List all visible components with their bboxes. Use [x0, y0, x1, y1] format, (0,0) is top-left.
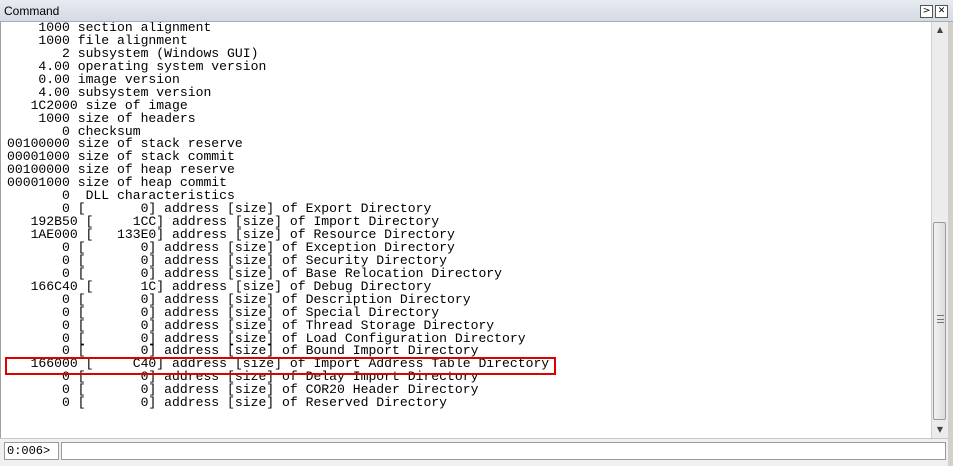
vertical-scrollbar[interactable]: ▲ ▼ [931, 22, 948, 438]
command-prompt: 0:006> [4, 442, 59, 460]
command-input[interactable] [61, 442, 946, 460]
highlight-box [5, 357, 556, 375]
output-line: 0 [ 0] address [size] of Reserved Direct… [7, 395, 448, 411]
grip-icon [937, 315, 944, 323]
title-bar: Command > ✕ [0, 0, 953, 22]
scroll-up-arrow-icon[interactable]: ▲ [932, 22, 948, 38]
command-window-icon[interactable]: > [920, 5, 933, 18]
command-output-pane[interactable]: 1000 section alignment 1000 file alignme… [0, 22, 931, 438]
scroll-down-arrow-icon[interactable]: ▼ [932, 422, 948, 438]
window-title: Command [4, 4, 60, 18]
close-icon[interactable]: ✕ [935, 5, 948, 18]
output-text: 1000 section alignment 1000 file alignme… [7, 22, 549, 410]
scrollbar-thumb[interactable] [933, 222, 946, 420]
window-border [948, 22, 953, 466]
